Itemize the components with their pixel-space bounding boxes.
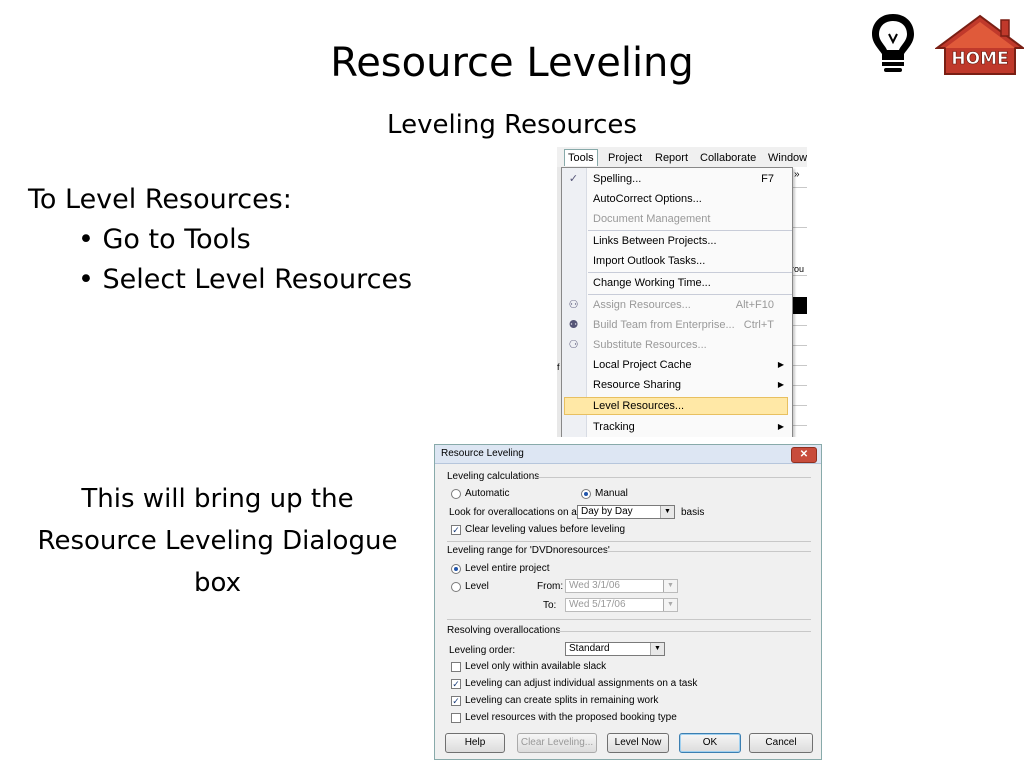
assign-resources-icon: ⚇ <box>568 299 579 311</box>
submenu-arrow-icon: ▶ <box>777 380 784 389</box>
label-leveling-order: Leveling order: <box>449 645 516 656</box>
group-leveling-range: Leveling range for 'DVDnoresources' <box>447 545 610 556</box>
background-dark-bar <box>791 297 807 314</box>
home-button[interactable]: HOME <box>935 14 1024 76</box>
menu-item-build-team: ⚉ Build Team from Enterprise... Ctrl+T <box>562 315 792 335</box>
checkbox-proposed-booking[interactable] <box>451 713 461 723</box>
instructions-intro: To Level Resources: <box>28 184 292 215</box>
radio-level-range[interactable] <box>451 582 461 592</box>
menubar: Tools Project Report Collaborate Window <box>557 147 807 168</box>
dialog-description: This will bring up the Resource Leveling… <box>37 484 398 598</box>
menu-window[interactable]: Window <box>765 150 807 166</box>
label-from: From: <box>537 581 564 592</box>
dialog-title: Resource Leveling <box>441 448 524 459</box>
menu-item-level-resources[interactable]: Level Resources... <box>562 396 792 416</box>
tools-dropdown: ✓ Spelling... F7 AutoCorrect Options... … <box>561 167 793 437</box>
cancel-button[interactable]: Cancel <box>749 733 813 753</box>
submenu-arrow-icon: ▶ <box>777 422 784 431</box>
checkbox-clear-before-leveling[interactable]: ✓ <box>451 525 461 535</box>
menu-item-assign-resources: ⚇ Assign Resources... Alt+F10 <box>562 295 792 315</box>
submenu-arrow-icon: ▶ <box>777 360 784 369</box>
background-right-strip: » rou <box>791 167 807 437</box>
label-proposed-booking: Level resources with the proposed bookin… <box>465 712 677 723</box>
background-left-fragment: f <box>557 362 560 372</box>
radio-manual[interactable] <box>581 489 591 499</box>
chevron-down-icon: ▼ <box>650 643 664 655</box>
menu-item-links-between-projects[interactable]: Links Between Projects... <box>562 231 792 251</box>
menu-collaborate[interactable]: Collaborate <box>697 150 759 166</box>
substitute-resources-icon: ⚆ <box>568 339 579 351</box>
build-team-icon: ⚉ <box>568 319 579 331</box>
to-date-field[interactable]: Wed 5/17/06 ▼ <box>565 598 678 612</box>
help-button[interactable]: Help <box>445 733 505 753</box>
home-label: HOME <box>951 49 1008 69</box>
checkbox-adjust-assignments[interactable]: ✓ <box>451 679 461 689</box>
basis-select[interactable]: Day by Day ▼ <box>577 505 675 519</box>
label-clear-before-leveling: Clear leveling values before leveling <box>465 524 626 535</box>
slide-subtitle: Leveling Resources <box>387 110 637 140</box>
chevron-down-icon: ▼ <box>663 599 677 611</box>
checkbox-within-slack[interactable] <box>451 662 461 672</box>
menu-report[interactable]: Report <box>652 150 691 166</box>
spelling-icon: ✓ <box>568 173 579 185</box>
label-to: To: <box>543 600 557 611</box>
chevron-down-icon: ▼ <box>660 506 674 518</box>
menu-item-resource-sharing[interactable]: Resource Sharing ▶ <box>562 375 792 395</box>
label-level: Level <box>465 581 489 592</box>
menu-item-tracking[interactable]: Tracking ▶ <box>562 417 792 437</box>
toolbar-overflow-icon[interactable]: » <box>794 169 800 180</box>
radio-level-entire-project[interactable] <box>451 564 461 574</box>
radio-automatic[interactable] <box>451 489 461 499</box>
from-date-field[interactable]: Wed 3/1/06 ▼ <box>565 579 678 593</box>
label-adjust-assignments: Leveling can adjust individual assignmen… <box>465 678 698 689</box>
label-create-splits: Leveling can create splits in remaining … <box>465 695 659 706</box>
bullet-go-to-tools: • Go to Tools <box>78 224 251 255</box>
clear-leveling-button[interactable]: Clear Leveling... <box>517 733 597 753</box>
resource-leveling-dialog: Resource Leveling ✕ Leveling calculation… <box>434 444 822 760</box>
menu-item-substitute-resources: ⚆ Substitute Resources... <box>562 335 792 355</box>
chevron-down-icon: ▼ <box>663 580 677 592</box>
menu-item-document-management: Document Management <box>593 213 711 225</box>
tools-menu-screenshot: Tools Project Report Collaborate Window … <box>557 147 807 437</box>
group-resolving-overallocations: Resolving overallocations <box>447 625 561 636</box>
menu-item-local-project-cache[interactable]: Local Project Cache ▶ <box>562 355 792 375</box>
label-look-for-overallocations: Look for overallocations on a <box>449 507 577 518</box>
menu-item-spelling[interactable]: ✓ Spelling... F7 <box>562 169 792 189</box>
menu-item-change-working-time[interactable]: Change Working Time... <box>562 273 792 293</box>
label-manual: Manual <box>595 488 628 499</box>
checkbox-create-splits[interactable]: ✓ <box>451 696 461 706</box>
label-level-entire-project: Level entire project <box>465 563 550 574</box>
level-now-button[interactable]: Level Now <box>607 733 669 753</box>
menu-tools[interactable]: Tools <box>564 149 598 166</box>
menu-item-import-outlook-tasks[interactable]: Import Outlook Tasks... <box>562 251 792 271</box>
bullet-select-level-resources: • Select Level Resources <box>78 264 413 295</box>
label-basis: basis <box>681 507 705 518</box>
instructions: To Level Resources: • Go to Tools • Sele… <box>28 180 412 300</box>
ok-button[interactable]: OK <box>679 733 741 753</box>
lightbulb-icon[interactable] <box>868 12 918 74</box>
menu-item-autocorrect[interactable]: AutoCorrect Options... <box>562 189 792 209</box>
leveling-order-select[interactable]: Standard ▼ <box>565 642 665 656</box>
label-within-slack: Level only within available slack <box>465 661 607 672</box>
group-leveling-calculations: Leveling calculations <box>447 471 540 482</box>
dialog-titlebar: Resource Leveling ✕ <box>435 445 821 464</box>
menu-project[interactable]: Project <box>605 150 645 166</box>
label-automatic: Automatic <box>465 488 510 499</box>
dialog-close-button[interactable]: ✕ <box>791 447 817 463</box>
